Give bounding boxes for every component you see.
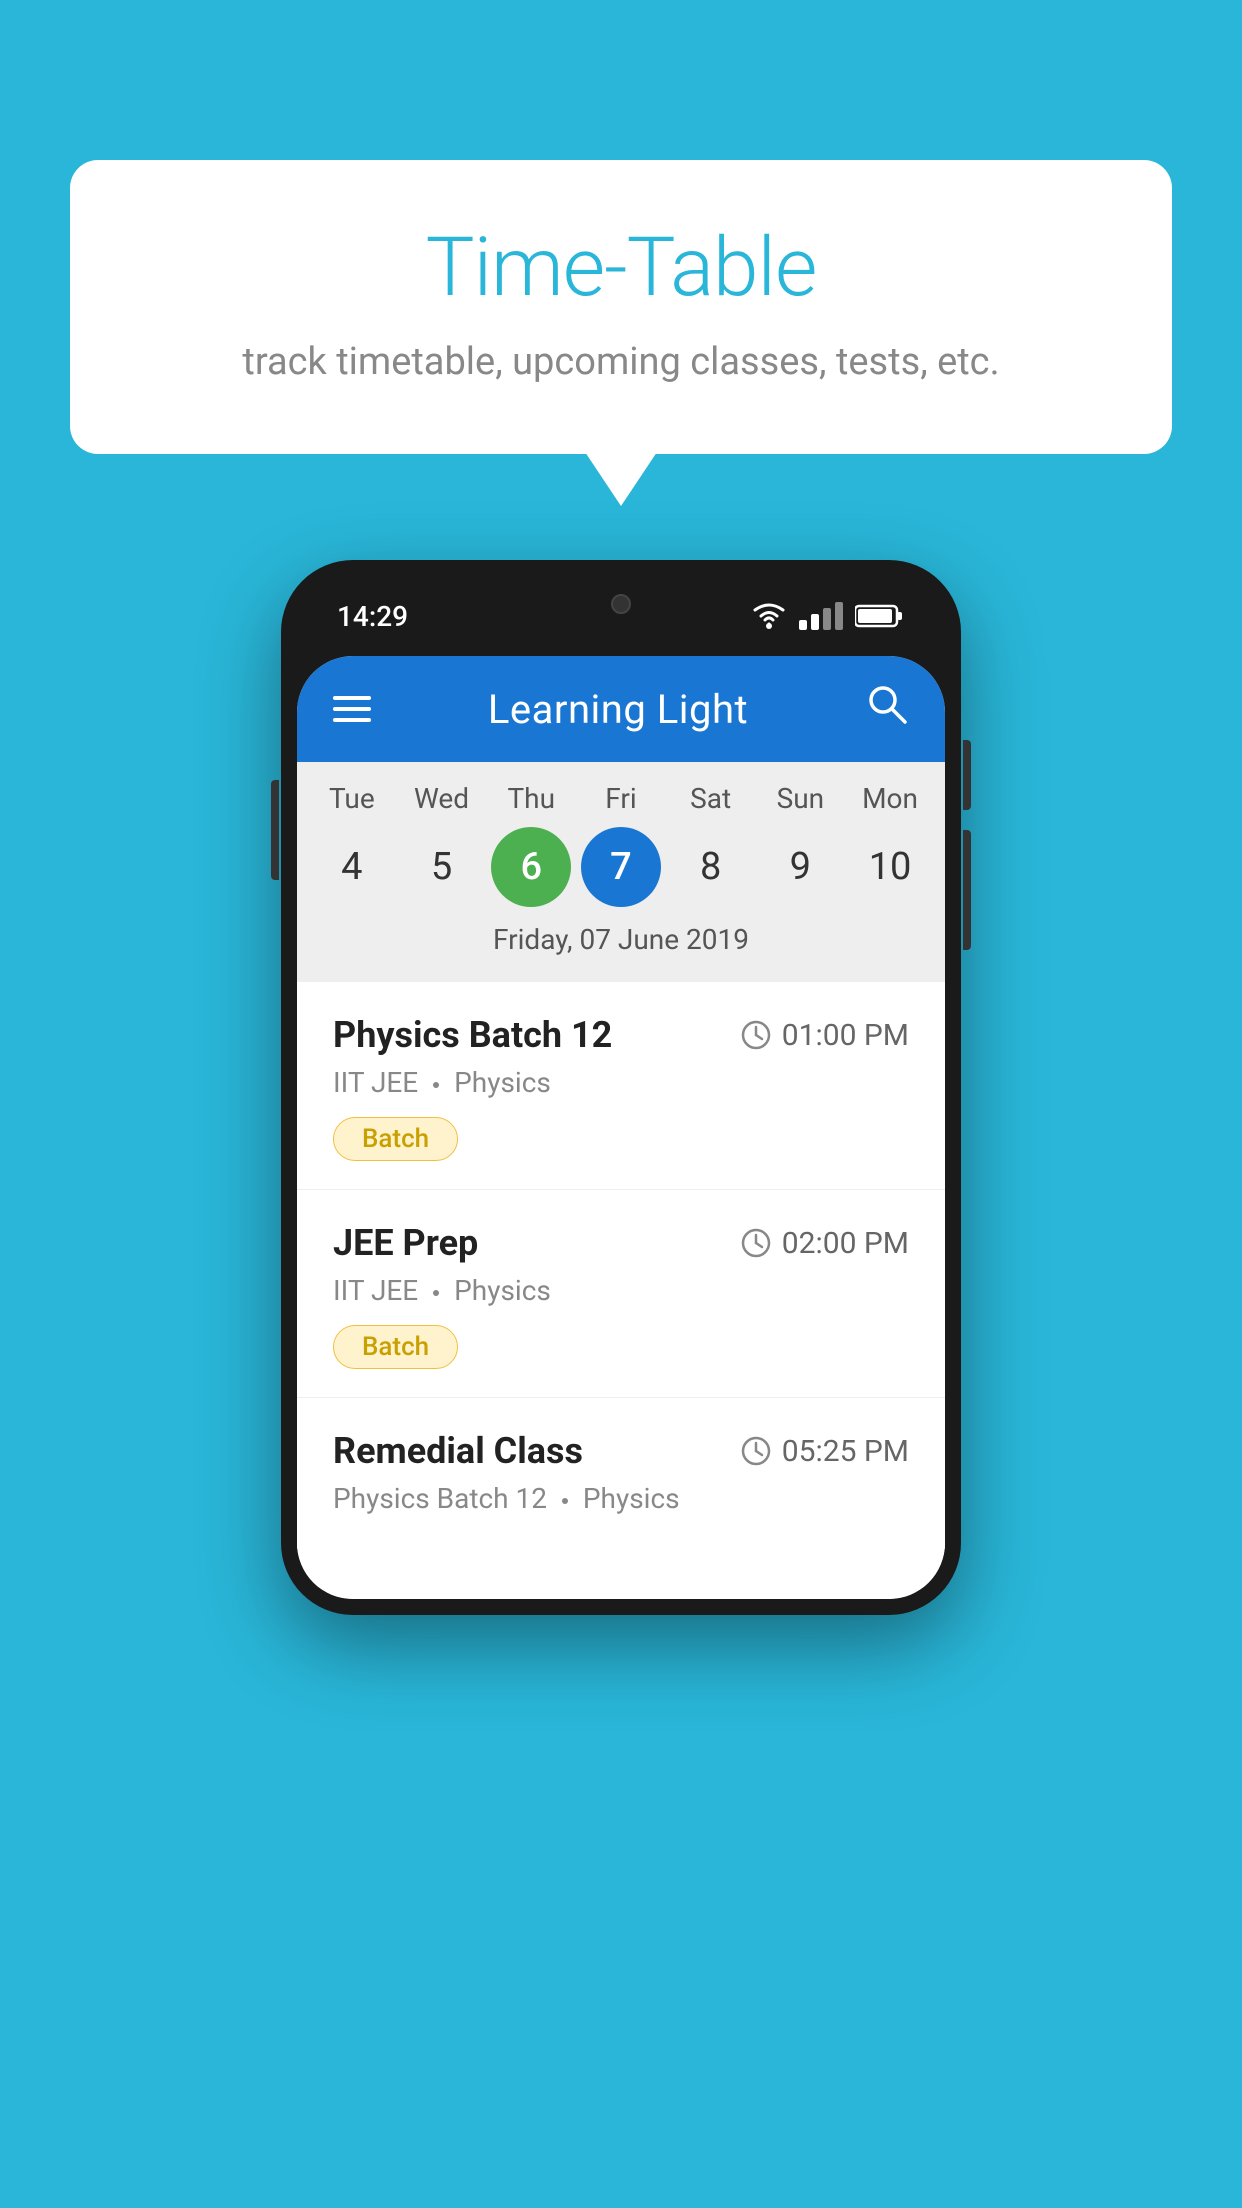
volume-down-button [963, 830, 971, 950]
day-6-today[interactable]: 6 [491, 827, 571, 907]
speech-bubble-container: Time-Table track timetable, upcoming cla… [70, 160, 1172, 454]
day-header-tue: Tue [312, 782, 392, 815]
day-4[interactable]: 4 [312, 827, 392, 907]
day-5[interactable]: 5 [402, 827, 482, 907]
battery-icon [855, 604, 905, 628]
day-header-fri: Fri [581, 782, 661, 815]
schedule-item-2-header: JEE Prep 02:00 PM [333, 1222, 909, 1264]
menu-line-2 [333, 707, 371, 711]
schedule-item-2[interactable]: JEE Prep 02:00 PM IIT JEE Physics [297, 1190, 945, 1398]
calendar-strip: Tue Wed Thu Fri Sat Sun Mon 4 5 6 7 8 9 … [297, 762, 945, 982]
day-header-sat: Sat [671, 782, 751, 815]
schedule-item-3-subtitle: Physics Batch 12 Physics [333, 1482, 909, 1515]
app-title: Learning Light [488, 686, 748, 733]
day-header-wed: Wed [402, 782, 482, 815]
schedule-item-1-header: Physics Batch 12 01:00 PM [333, 1014, 909, 1056]
front-camera [611, 594, 631, 614]
bubble-title: Time-Table [150, 220, 1092, 316]
schedule-item-2-badge: Batch [333, 1325, 458, 1369]
selected-date-label: Friday, 07 June 2019 [307, 923, 935, 972]
day-header-mon: Mon [850, 782, 930, 815]
clock-icon-1 [740, 1019, 772, 1051]
status-time: 14:29 [337, 600, 408, 633]
day-header-sun: Sun [760, 782, 840, 815]
status-bar: 14:29 [297, 576, 945, 656]
notch [561, 576, 681, 632]
schedule-item-1-title: Physics Batch 12 [333, 1014, 612, 1056]
schedule-list: Physics Batch 12 01:00 PM IIT JEE Physic… [297, 982, 945, 1549]
app-bar: Learning Light [297, 656, 945, 762]
schedule-item-3[interactable]: Remedial Class 05:25 PM Physics Batch 12… [297, 1398, 945, 1549]
schedule-item-3-title: Remedial Class [333, 1430, 583, 1472]
bubble-subtitle: track timetable, upcoming classes, tests… [150, 340, 1092, 384]
day-7-selected[interactable]: 7 [581, 827, 661, 907]
schedule-item-1-badge: Batch [333, 1117, 458, 1161]
schedule-item-2-title: JEE Prep [333, 1222, 478, 1264]
schedule-item-1[interactable]: Physics Batch 12 01:00 PM IIT JEE Physic… [297, 982, 945, 1190]
phone-bottom [297, 1549, 945, 1599]
day-header-thu: Thu [491, 782, 571, 815]
day-8[interactable]: 8 [671, 827, 751, 907]
power-button [963, 740, 971, 810]
day-numbers: 4 5 6 7 8 9 10 [307, 827, 935, 907]
menu-button[interactable] [333, 696, 371, 722]
phone-mockup: 14:29 [281, 560, 961, 1615]
volume-button [271, 780, 279, 880]
clock-icon-3 [740, 1435, 772, 1467]
signal-icon [799, 602, 843, 630]
day-10[interactable]: 10 [850, 827, 930, 907]
day-headers: Tue Wed Thu Fri Sat Sun Mon [307, 782, 935, 815]
search-icon[interactable] [865, 682, 909, 737]
phone-screen: Learning Light Tue Wed Thu Fri Sat Sun [297, 656, 945, 1599]
speech-bubble: Time-Table track timetable, upcoming cla… [70, 160, 1172, 454]
wifi-icon [751, 602, 787, 630]
schedule-item-2-subtitle: IIT JEE Physics [333, 1274, 909, 1307]
status-icons [751, 602, 905, 630]
schedule-item-2-time: 02:00 PM [740, 1226, 909, 1261]
clock-icon-2 [740, 1227, 772, 1259]
menu-line-3 [333, 718, 371, 722]
schedule-item-1-subtitle: IIT JEE Physics [333, 1066, 909, 1099]
day-9[interactable]: 9 [760, 827, 840, 907]
schedule-item-3-header: Remedial Class 05:25 PM [333, 1430, 909, 1472]
schedule-item-3-time: 05:25 PM [740, 1434, 909, 1469]
schedule-item-1-time: 01:00 PM [740, 1018, 909, 1053]
menu-line-1 [333, 696, 371, 700]
phone-body: 14:29 [281, 560, 961, 1615]
